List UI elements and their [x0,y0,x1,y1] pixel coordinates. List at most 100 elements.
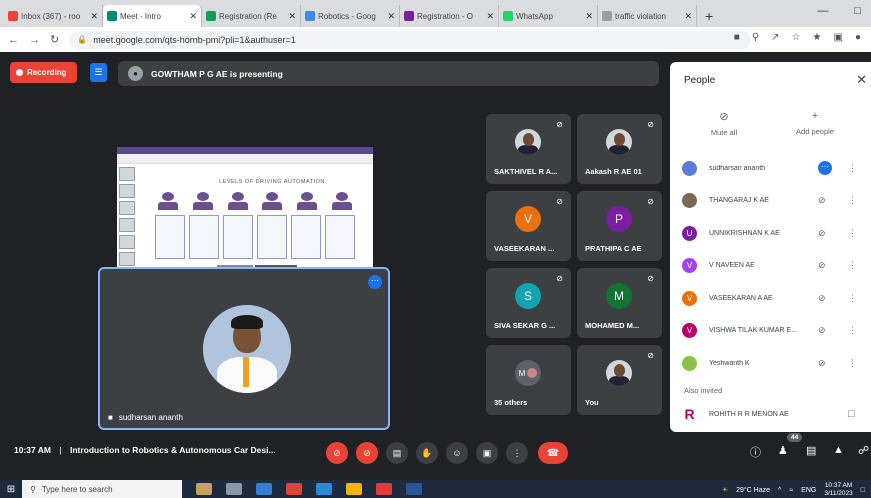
mic-off-icon[interactable]: ⊘ [818,195,826,206]
activities-icon[interactable]: ▲ [833,444,844,456]
language-indicator[interactable]: ENG [801,487,816,494]
tray-chevron-icon[interactable]: ^ [778,487,781,494]
mic-off-icon[interactable]: ⊘ [818,358,826,369]
participant-row[interactable]: Yeshwanth K ⊘ ⋮ [682,353,862,373]
extensions-icon[interactable]: ★ [813,32,822,43]
back-icon[interactable]: ← [8,34,19,46]
mic-off-icon[interactable]: ⊘ [326,442,348,464]
tab-close-icon[interactable]: ✕ [90,11,98,22]
taskbar-clock[interactable]: 10:37 AM 3/11/2023 [824,482,852,498]
minimize-icon[interactable]: — [817,5,828,17]
more-options-icon[interactable]: ⋮ [848,325,857,336]
close-icon[interactable]: ✕ [856,72,867,88]
zoom-icon[interactable]: ⚲ [752,32,759,43]
self-video-tile[interactable]: ⋯ ■ sudharsan ananth [98,267,390,430]
browser-tab[interactable]: WhatsApp ✕ [499,5,598,27]
reload-icon[interactable]: ↻ [50,33,59,46]
more-options-icon[interactable]: ⋮ [848,228,857,239]
browser-tab[interactable]: Robotics - Goog ✕ [301,5,400,27]
file-explorer-icon[interactable] [346,483,362,495]
forward-icon[interactable]: → [29,34,40,46]
tab-close-icon[interactable]: ✕ [486,11,494,22]
participant-name: UNNIKRISHNAN K AE [709,229,780,237]
mute-all-button[interactable]: ⊘ Mute all [694,110,754,137]
participant-row[interactable]: THANGARAJ K AE ⊘ ⋮ [682,191,862,211]
host-controls-icon[interactable]: ☍ [858,444,869,457]
end-call-button[interactable]: ☎ [538,442,568,464]
news-icon[interactable] [196,483,212,495]
participant-row[interactable]: sudharsan ananth ⋯ ⋮ [682,158,862,178]
browser-tab[interactable]: Meet - Intro ✕ [103,5,202,27]
maximize-icon[interactable]: □ [854,5,861,17]
wifi-icon[interactable]: ≈ [789,487,793,494]
tab-close-icon[interactable]: ✕ [288,11,296,22]
browser-tab[interactable]: Registration - O ✕ [400,5,499,27]
participant-row[interactable]: V VISHWA TILAK KUMAR E... ⊘ ⋮ [682,321,862,341]
add-people-button[interactable]: + Add people [785,110,845,136]
word-icon[interactable] [406,483,422,495]
windows-taskbar: ⊞ ⚲ Type here to search ☀ 29°C Haze ^ ≈ … [0,480,871,498]
more-options-icon[interactable]: ⋮ [848,195,857,206]
recording-indicator[interactable]: Recording [10,62,77,83]
participant-tile[interactable]: M 35 others [486,345,571,415]
store-icon[interactable] [316,483,332,495]
mic-off-icon[interactable]: ⊘ [818,293,826,304]
people-icon[interactable]: ♟ [778,444,788,457]
avatar: V [682,323,697,338]
participant-row[interactable]: V VASEEKARAN A AE ⊘ ⋮ [682,288,862,308]
participant-tile[interactable]: ⊘ Aakash R AE 01 [577,114,662,184]
tab-close-icon[interactable]: ✕ [684,11,692,22]
chat-icon[interactable]: ▤ [806,444,816,457]
bookmark-star-icon[interactable]: ☆ [792,32,801,43]
captions-icon[interactable]: ▤ [386,442,408,464]
notifications-icon[interactable]: □ [861,487,865,494]
tab-label: Meet - Intro [120,11,161,21]
mic-off-icon[interactable]: ⊘ [818,228,826,239]
tab-close-icon[interactable]: ✕ [189,11,197,22]
participant-name: Yeshwanth K [709,359,750,367]
browser-tab[interactable]: Inbox (367) - roo ✕ [4,5,103,27]
taskbar-search[interactable]: ⚲ Type here to search [22,480,182,498]
acrobat-icon[interactable] [376,483,392,495]
share-icon[interactable]: ↗ [771,32,779,43]
participant-tile[interactable]: ⊘ You [577,345,662,415]
more-options-icon[interactable]: ⋮ [848,358,857,369]
invited-row[interactable]: R ROHITH R R MENON AE □ [682,404,862,424]
chrome-icon[interactable] [286,483,302,495]
participant-tile[interactable]: ⊘ M MOHAMED M... [577,268,662,338]
raise-hand-icon[interactable]: ✋ [416,442,438,464]
more-options-icon[interactable]: ⋮ [506,442,528,464]
more-options-icon[interactable]: ⋯ [368,275,382,289]
participant-tile[interactable]: ⊘ SAKTHIVEL R A... [486,114,571,184]
emoji-icon[interactable]: ☺ [446,442,468,464]
weather-text[interactable]: 29°C Haze [736,487,770,494]
present-screen-icon[interactable]: ▣ [476,442,498,464]
more-options-icon[interactable]: ⋮ [848,260,857,271]
new-tab-button[interactable]: + [697,5,721,27]
windows-start-icon[interactable]: ⊞ [0,484,22,495]
participant-tile[interactable]: ⊘ S SIVA SEKAR G ... [486,268,571,338]
participant-row[interactable]: U UNNIKRISHNAN K AE ⊘ ⋮ [682,223,862,243]
edge-icon[interactable] [256,483,272,495]
participant-tile[interactable]: ⊘ V VASEEKARAN ... [486,191,571,261]
participant-tile[interactable]: ⊘ P PRATHIPA C AE [577,191,662,261]
browser-tab[interactable]: traffic violation ✕ [598,5,697,27]
task-view-icon[interactable] [226,483,242,495]
more-options-icon[interactable]: ⋮ [848,293,857,304]
tab-close-icon[interactable]: ✕ [387,11,395,22]
profile-avatar[interactable]: ● [855,32,861,43]
chat-icon[interactable]: □ [848,408,855,420]
browser-tab[interactable]: Registration (Re ✕ [202,5,301,27]
meeting-details-icon[interactable]: ☰ [90,63,107,82]
participant-row[interactable]: V V NAVEEN AE ⊘ ⋮ [682,256,862,276]
mic-off-icon[interactable]: ⊘ [818,325,826,336]
avatar [606,360,632,386]
tab-close-icon[interactable]: ✕ [585,11,593,22]
url-input[interactable]: 🔒 meet.google.com/qts-hornb-pmi?pli=1&au… [69,30,751,49]
mic-off-icon[interactable]: ⊘ [818,260,826,271]
camera-icon[interactable]: ■ [734,32,740,43]
sidebar-icon[interactable]: ▣ [834,32,843,43]
info-icon[interactable]: ⓘ [750,444,761,460]
camera-off-icon[interactable]: ⊘ [356,442,378,464]
more-options-icon[interactable]: ⋮ [848,163,857,174]
